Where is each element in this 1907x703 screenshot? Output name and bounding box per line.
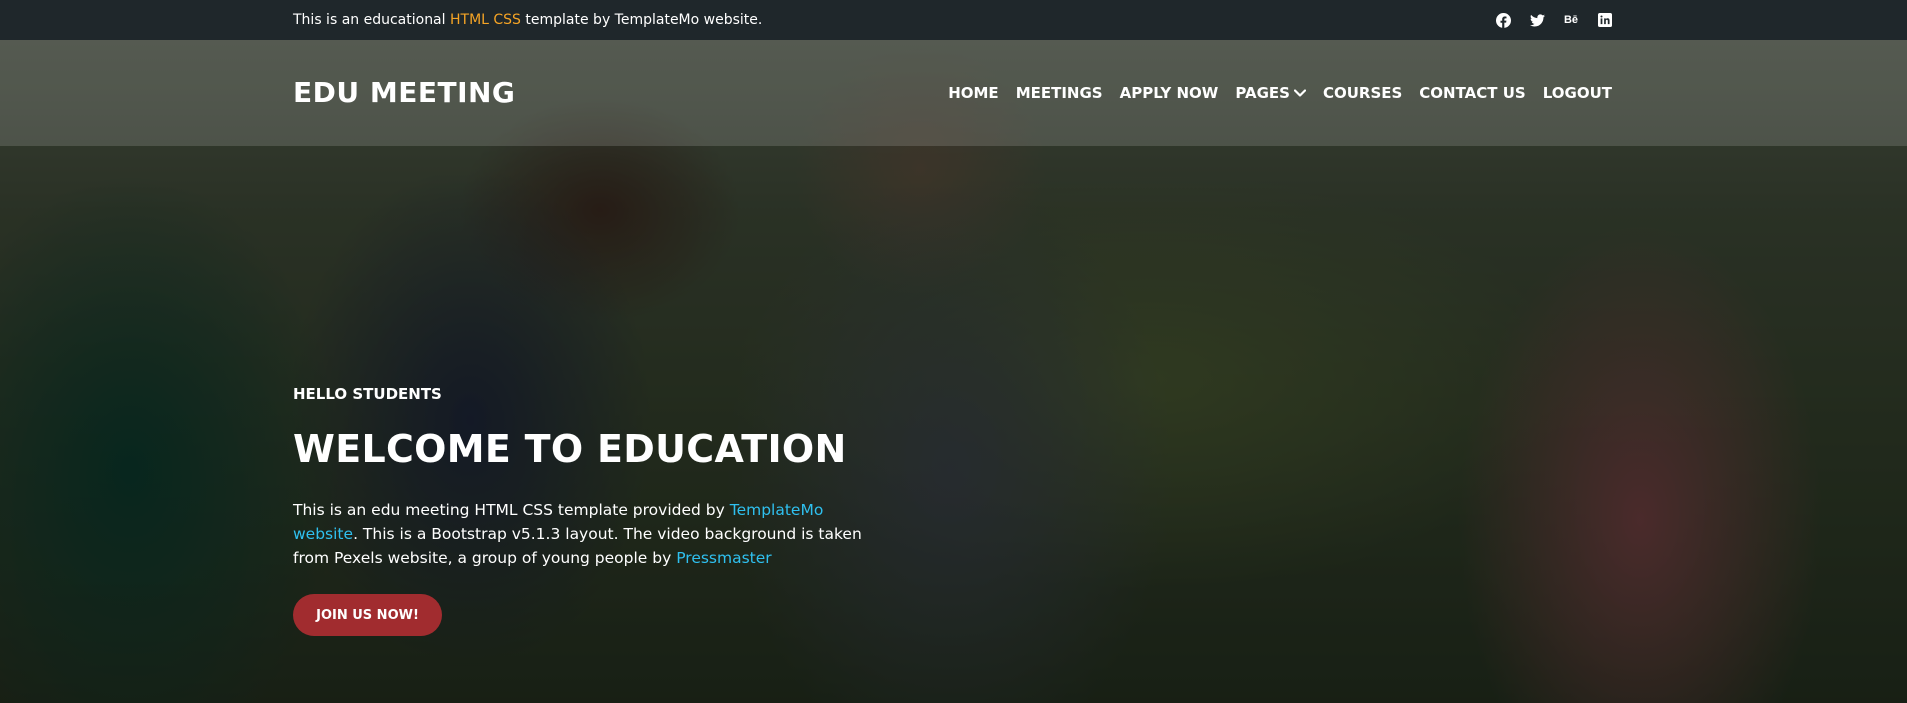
topbar-html-css-link[interactable]: HTML CSS — [450, 12, 521, 28]
nav-meetings-label: MEETINGS — [1015, 84, 1103, 102]
hero-desc-part-1: This is an edu meeting HTML CSS template… — [293, 501, 730, 519]
nav-courses-label: COURSES — [1322, 84, 1403, 102]
chevron-down-icon — [1293, 89, 1306, 97]
nav-courses[interactable]: COURSES — [1323, 84, 1402, 102]
hero-title: WELCOME TO EDUCATION — [293, 427, 847, 471]
topbar-text-after: template by TemplateMo website. — [520, 12, 763, 28]
nav-contact-us[interactable]: CONTACT US — [1419, 84, 1525, 102]
twitter-icon[interactable] — [1528, 11, 1546, 29]
nav-pages-dropdown[interactable]: PAGES — [1235, 84, 1306, 102]
nav-home[interactable]: HOME — [948, 84, 998, 102]
site-logo[interactable]: EDU MEETING — [293, 40, 515, 146]
site-header: EDU MEETING HOME MEETINGS APPLY NOW PAGE… — [0, 40, 1907, 146]
nav-contact-us-label: CONTACT US — [1419, 84, 1526, 102]
facebook-icon[interactable] — [1494, 11, 1512, 29]
topbar-text-before: This is an educational — [293, 12, 450, 28]
join-us-button[interactable]: JOIN US NOW! — [293, 594, 442, 636]
nav-logout-label: LOGOUT — [1542, 84, 1612, 102]
hero-description: This is an edu meeting HTML CSS template… — [293, 498, 873, 570]
main-nav: HOME MEETINGS APPLY NOW PAGES COURSES CO… — [931, 40, 1612, 146]
top-bar: This is an educational HTML CSS template… — [0, 0, 1907, 40]
topbar-message: This is an educational HTML CSS template… — [293, 0, 762, 40]
nav-apply-now[interactable]: APPLY NOW — [1120, 84, 1219, 102]
nav-logout[interactable]: LOGOUT — [1543, 84, 1612, 102]
hero-kicker: HELLO STUDENTS — [293, 385, 442, 403]
nav-pages-label: PAGES — [1235, 84, 1290, 102]
behance-label: Bē — [1563, 14, 1579, 26]
nav-meetings[interactable]: MEETINGS — [1016, 84, 1103, 102]
nav-home-label: HOME — [948, 84, 999, 102]
nav-apply-now-label: APPLY NOW — [1119, 84, 1219, 102]
pressmaster-link[interactable]: Pressmaster — [676, 549, 771, 567]
hero-desc-part-2: . This is a Bootstrap v5.1.3 layout. The… — [293, 525, 862, 567]
linkedin-icon[interactable] — [1596, 11, 1614, 29]
behance-icon[interactable]: Bē — [1562, 11, 1580, 29]
